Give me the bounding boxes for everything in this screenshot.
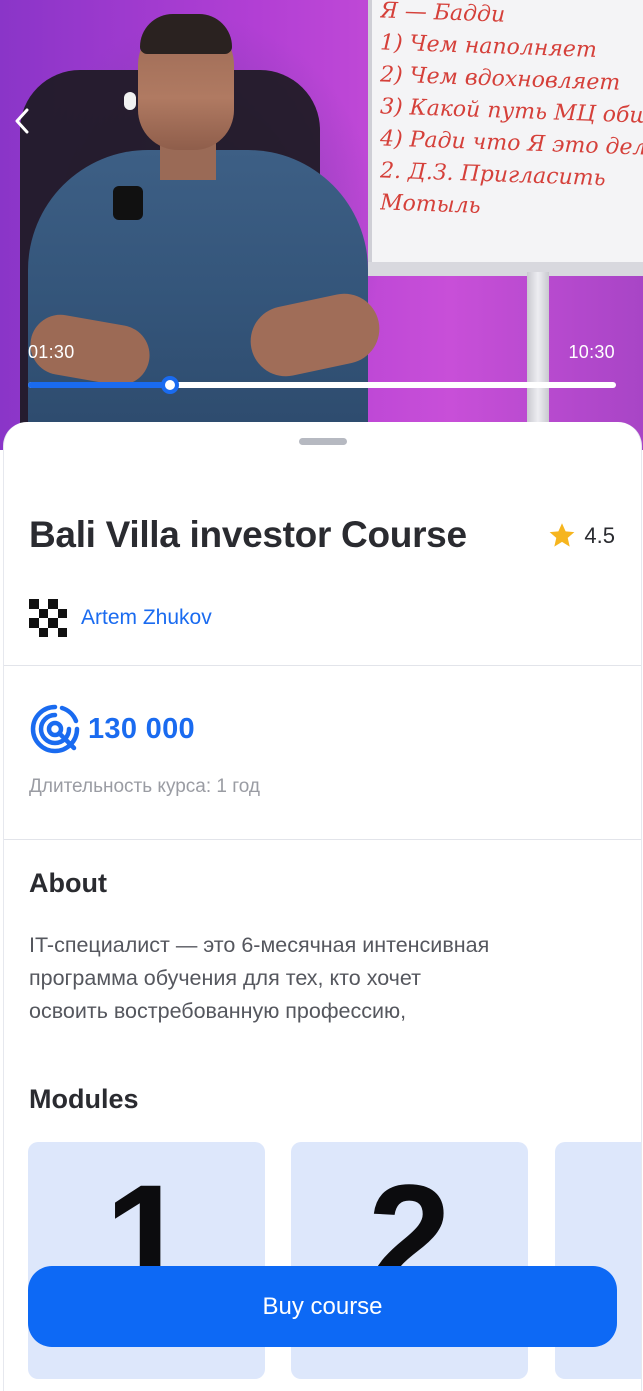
whiteboard-tray xyxy=(368,262,643,276)
author-name[interactable]: Artem Zhukov xyxy=(81,606,212,630)
whiteboard-text: Я — Бадди 1) Чем наполняет 2) Чем вдохно… xyxy=(380,0,643,219)
course-duration: Длительность курса: 1 год xyxy=(29,776,261,797)
course-title: Bali Villa investor Course xyxy=(29,514,467,555)
rating-value: 4.5 xyxy=(584,522,615,548)
progress-fill xyxy=(28,382,170,388)
earbud xyxy=(124,92,136,110)
current-time: 01:30 xyxy=(28,342,75,362)
video-player[interactable]: Я — Бадди 1) Чем наполняет 2) Чем вдохно… xyxy=(0,0,643,450)
divider xyxy=(4,839,641,840)
back-button[interactable] xyxy=(8,104,36,138)
chevron-left-icon xyxy=(15,108,29,134)
about-heading: About xyxy=(29,868,107,898)
rating: 4.5 xyxy=(548,522,615,549)
about-text: IT-специалист — это 6-месячная интенсивн… xyxy=(29,933,490,1023)
progress-track[interactable] xyxy=(28,376,616,394)
author-avatar xyxy=(29,599,67,637)
modules-heading: Modules xyxy=(29,1084,139,1114)
buy-course-button[interactable]: Buy course xyxy=(28,1266,617,1347)
video-person-hair xyxy=(140,14,232,54)
progress-thumb[interactable] xyxy=(160,376,179,394)
price: 130 000 xyxy=(28,702,195,756)
total-time: 10:30 xyxy=(568,342,615,362)
divider xyxy=(4,665,641,666)
lapel-mic xyxy=(113,186,143,220)
price-value: 130 000 xyxy=(88,712,195,745)
star-icon xyxy=(550,523,575,547)
course-details-sheet: Bali Villa investor Course 4.5 Artem Zhu… xyxy=(3,422,642,1391)
author-link[interactable]: Artem Zhukov xyxy=(29,599,212,637)
coin-icon xyxy=(30,704,80,754)
drag-handle[interactable] xyxy=(299,438,347,445)
